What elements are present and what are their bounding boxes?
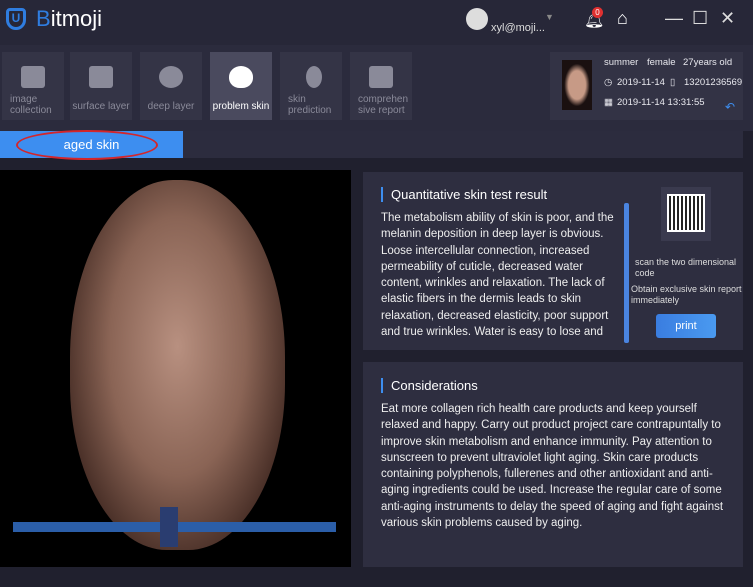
tab-comprehensive-report[interactable]: comprehensive report [350, 52, 412, 120]
highlight-circle [16, 130, 158, 160]
patient-date: 2019-11-14 [617, 77, 665, 88]
report-chart-icon [369, 66, 393, 88]
mask-icon [229, 66, 253, 88]
tab-skin-prediction[interactable]: skin prediction [280, 52, 342, 120]
home-icon[interactable]: ⌂ [617, 8, 628, 29]
title-bar [0, 0, 753, 45]
tab-problem-skin[interactable]: problem skin [210, 52, 272, 120]
tab-image-collection[interactable]: image collection [2, 52, 64, 120]
result-title: Quantitative skin test result [381, 187, 547, 202]
tab-label: surface layer [72, 101, 130, 112]
comparison-slider-handle[interactable] [160, 507, 178, 547]
molecule-icon [159, 66, 183, 88]
print-button[interactable]: print [656, 314, 716, 338]
notification-badge: 0 [592, 7, 603, 18]
tab-surface-layer[interactable]: surface layer [70, 52, 132, 120]
brand-initial: B [36, 6, 51, 31]
monitor-icon [89, 66, 113, 88]
patient-name: summer [604, 57, 639, 68]
face-photo [70, 180, 285, 550]
obtain-text: Obtain exclusive skin report immediately [631, 284, 742, 305]
minimize-icon[interactable]: — [665, 8, 683, 29]
tab-label: image collection [10, 94, 52, 116]
considerations-panel: Considerations Eat more collagen rich he… [363, 362, 743, 567]
phone-icon: ▯ [670, 77, 676, 88]
considerations-text: Eat more collagen rich health care produ… [381, 403, 724, 530]
user-avatar[interactable] [466, 8, 488, 30]
clock-icon: ◷ [604, 77, 613, 88]
tab-label: deep layer [147, 101, 195, 112]
user-account[interactable]: xyl@moji... [491, 22, 545, 34]
brand-name: Bitmoji [36, 6, 102, 32]
scan-text: scan the two dimensional code [635, 257, 737, 278]
qr-code [661, 187, 711, 241]
bubbles-icon [306, 66, 322, 88]
chevron-down-icon[interactable]: ▼ [545, 12, 554, 22]
logo-icon: U [6, 8, 26, 30]
patient-phone: 13201236569 [684, 77, 743, 88]
back-icon[interactable]: ↶ [725, 100, 735, 114]
camera-icon [21, 66, 45, 88]
scrollbar[interactable] [624, 203, 629, 343]
tab-label: skin prediction [288, 94, 332, 116]
patient-gender: female [647, 57, 676, 68]
tab-label: problem skin [212, 101, 270, 112]
tab-deep-layer[interactable]: deep layer [140, 52, 202, 120]
patient-photo [562, 60, 592, 110]
brand-rest: itmoji [50, 6, 103, 31]
calendar-icon: ▦ [604, 97, 613, 108]
result-text: The metabolism ability of skin is poor, … [381, 212, 614, 339]
patient-datetime: 2019-11-14 13:31:55 [617, 97, 705, 108]
tab-label: comprehensive report [358, 94, 409, 116]
maximize-icon[interactable]: ☐ [692, 8, 708, 29]
close-icon[interactable]: ✕ [720, 8, 735, 29]
patient-age: 27years old [683, 57, 733, 68]
considerations-title: Considerations [381, 378, 478, 393]
